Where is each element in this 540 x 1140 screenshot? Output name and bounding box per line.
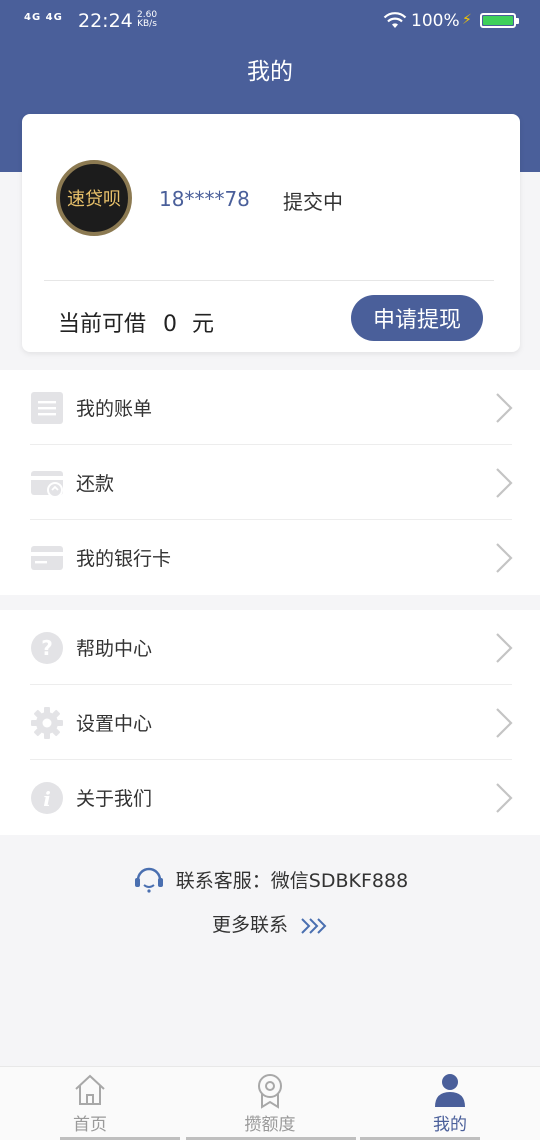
available-credit-amount: 0 [163, 312, 178, 337]
menu-item-label: 我的银行卡 [76, 548, 172, 570]
available-credit-label: 当前可借 [58, 312, 147, 337]
chevron-right-icon [496, 708, 513, 738]
info-icon: i [31, 782, 63, 814]
badge-icon [258, 1074, 282, 1109]
double-chevron-right-icon [301, 917, 327, 934]
charging-icon: ⚡ [462, 12, 472, 28]
chevron-right-icon [496, 783, 513, 813]
user-icon [435, 1074, 465, 1107]
wifi-icon [383, 12, 407, 28]
available-credit-unit: 元 [192, 312, 215, 337]
menu-item-bills[interactable]: 我的账单 [0, 370, 540, 445]
repay-icon [31, 471, 63, 498]
avatar[interactable]: 速贷呗 [56, 160, 132, 236]
menu-item-bank-card[interactable]: 我的银行卡 [0, 520, 540, 595]
more-contact-label: 更多联系 [211, 914, 288, 936]
menu-group-finance: 我的账单 还款 我的银行卡 [0, 370, 540, 595]
tab-home[interactable]: 首页 [0, 1067, 180, 1140]
available-credit: 当前可借 0 元 [58, 306, 214, 338]
chevron-right-icon [496, 633, 513, 663]
tab-label: 攒额度 [244, 1115, 296, 1135]
battery-icon [480, 13, 519, 28]
help-icon: ? [31, 632, 63, 664]
bottom-tab-bar: 首页 攒额度 我的 [0, 1066, 540, 1140]
phone-number: 18****78 [159, 187, 250, 211]
headset-icon [134, 867, 163, 893]
menu-item-label: 还款 [76, 473, 115, 495]
customer-service-text: 联系客服：微信SDBKF888 [175, 869, 409, 892]
menu-item-about[interactable]: i 关于我们 [0, 760, 540, 835]
apply-withdraw-button[interactable]: 申请提现 [351, 295, 483, 341]
card-divider [44, 280, 494, 281]
svg-text:i: i [43, 787, 51, 811]
customer-service-row[interactable]: 联系客服：微信SDBKF888 [132, 864, 408, 894]
svg-text:?: ? [41, 636, 53, 660]
tab-credit[interactable]: 攒额度 [180, 1067, 360, 1140]
battery-percent: 100% [411, 11, 460, 31]
menu-item-repay[interactable]: 还款 [0, 445, 540, 520]
page-title: 我的 [247, 59, 293, 85]
menu-item-label: 我的账单 [76, 398, 153, 420]
menu-item-help[interactable]: ? 帮助中心 [0, 610, 540, 685]
tab-mine[interactable]: 我的 [360, 1067, 540, 1140]
network-indicator: 4G 4G [24, 12, 63, 23]
chevron-right-icon [496, 393, 513, 423]
menu-item-label: 关于我们 [76, 788, 153, 810]
chevron-right-icon [496, 543, 513, 573]
menu-group-support: ? 帮助中心 设置中心 i 关于我们 [0, 610, 540, 835]
network-speed-unit: KB/s [137, 19, 157, 29]
menu-item-label: 设置中心 [76, 713, 153, 735]
menu-item-label: 帮助中心 [76, 638, 153, 660]
home-icon [75, 1074, 105, 1105]
bank-card-icon [31, 546, 63, 570]
application-status: 提交中 [283, 190, 343, 214]
settings-icon [31, 707, 63, 739]
more-contact-link[interactable]: 更多联系 [0, 910, 540, 937]
chevron-right-icon [496, 468, 513, 498]
status-time: 22:24 [78, 10, 133, 32]
tab-label: 首页 [73, 1115, 107, 1135]
menu-item-settings[interactable]: 设置中心 [0, 685, 540, 760]
status-bar: 4G 4G 22:24 2.60 KB/s 100% ⚡ [0, 0, 540, 42]
bill-icon [31, 392, 63, 424]
customer-service: 联系客服：微信SDBKF888 [0, 864, 540, 898]
profile-card: 速贷呗 18****78 提交中 当前可借 0 元 申请提现 [22, 114, 520, 352]
network-speed: 2.60 KB/s [137, 11, 157, 29]
tab-label: 我的 [433, 1115, 467, 1135]
